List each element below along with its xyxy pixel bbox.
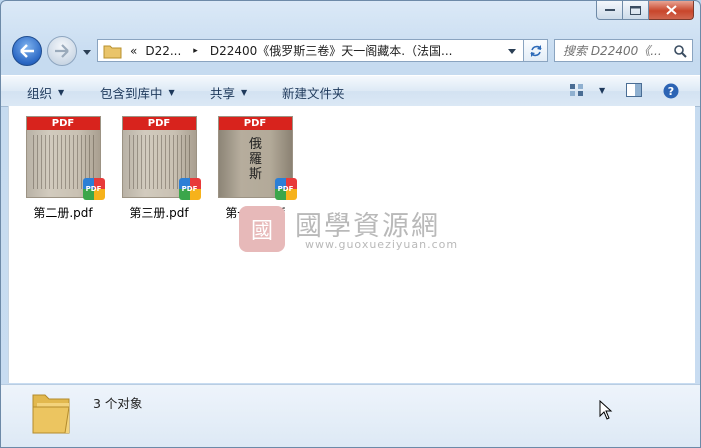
refresh-icon bbox=[529, 44, 542, 57]
include-library-menu[interactable]: 包含到库中 ▼ bbox=[100, 83, 175, 102]
forward-button[interactable] bbox=[47, 36, 77, 66]
pdf-band: PDF bbox=[218, 117, 292, 130]
pdf-badge-icon: PDF bbox=[178, 178, 201, 200]
minimize-icon bbox=[604, 9, 615, 11]
chevron-down-icon: ▼ bbox=[168, 88, 175, 97]
preview-pane-button[interactable] bbox=[626, 83, 642, 97]
chevron-down-icon: ▼ bbox=[599, 85, 606, 95]
file-item[interactable]: PDF PDF 第三册.pdf bbox=[114, 116, 204, 221]
help-icon: ? bbox=[663, 83, 679, 99]
file-name: 第三册.pdf bbox=[129, 206, 189, 220]
history-dropdown-icon[interactable] bbox=[81, 46, 93, 58]
caption-buttons bbox=[596, 1, 694, 20]
details-pane: 3 个对象 bbox=[1, 384, 700, 447]
help-button[interactable]: ? bbox=[663, 83, 679, 99]
pdf-thumbnail: PDF PDF bbox=[25, 116, 105, 200]
pdf-thumbnail: PDF PDF bbox=[121, 116, 201, 200]
watermark: 國 國學資源網 www.guoxueziyuan.com bbox=[239, 206, 499, 256]
close-button[interactable] bbox=[649, 1, 694, 20]
pdf-badge-icon: PDF bbox=[82, 178, 105, 200]
watermark-url: www.guoxueziyuan.com bbox=[305, 238, 459, 251]
chevron-down-icon[interactable] bbox=[507, 47, 517, 55]
pdf-band: PDF bbox=[122, 117, 196, 130]
folder-icon bbox=[103, 45, 122, 58]
address-bar[interactable]: « D22... ▸ D22400《俄罗斯三卷》天一阁藏本.（法国... bbox=[97, 39, 524, 62]
watermark-seal: 國 bbox=[239, 206, 285, 252]
include-library-label: 包含到库中 bbox=[100, 86, 163, 101]
preview-pane-icon bbox=[626, 83, 642, 97]
forward-arrow-icon bbox=[55, 44, 69, 58]
folder-large-icon bbox=[32, 394, 70, 434]
breadcrumb-item-current[interactable]: D22400《俄罗斯三卷》天一阁藏本.（法国... bbox=[210, 42, 453, 59]
back-arrow-icon bbox=[20, 44, 34, 58]
maximize-icon bbox=[630, 5, 641, 15]
command-bar: 组织 ▼ 包含到库中 ▼ 共享 ▼ 新建文件夹 ▼ ? bbox=[1, 75, 700, 107]
mouse-cursor-icon bbox=[599, 400, 613, 420]
breadcrumb-overflow[interactable]: « bbox=[130, 44, 137, 58]
search-input[interactable]: 搜索 D22400《... bbox=[563, 42, 673, 59]
view-grid-icon bbox=[570, 84, 583, 96]
file-item[interactable]: PDF PDF 第二册.pdf bbox=[18, 116, 108, 221]
chevron-down-icon: ▼ bbox=[241, 88, 248, 97]
pdf-thumbnail: PDF 俄羅斯 PDF bbox=[217, 116, 297, 200]
file-name: 第二册.pdf bbox=[33, 206, 93, 220]
refresh-button[interactable] bbox=[524, 39, 548, 62]
chevron-down-icon: ▼ bbox=[58, 88, 65, 97]
pdf-band: PDF bbox=[26, 117, 100, 130]
organize-label: 组织 bbox=[27, 86, 53, 101]
share-menu[interactable]: 共享 ▼ bbox=[210, 83, 247, 102]
search-box[interactable]: 搜索 D22400《... bbox=[554, 39, 693, 62]
breadcrumb-separator[interactable]: ▸ bbox=[193, 46, 198, 56]
view-options-button[interactable]: ▼ bbox=[569, 83, 605, 97]
navigation-bar: « D22... ▸ D22400《俄罗斯三卷》天一阁藏本.（法国... 搜索 … bbox=[1, 31, 700, 71]
organize-menu[interactable]: 组织 ▼ bbox=[27, 83, 64, 102]
breadcrumb-item-parent[interactable]: D22... bbox=[145, 44, 181, 58]
cover-title: 俄羅斯 bbox=[248, 137, 262, 182]
item-count: 3 个对象 bbox=[93, 396, 143, 411]
new-folder-button[interactable]: 新建文件夹 bbox=[282, 83, 345, 102]
svg-text:?: ? bbox=[668, 85, 674, 98]
share-label: 共享 bbox=[210, 86, 236, 101]
maximize-button[interactable] bbox=[623, 1, 649, 20]
minimize-button[interactable] bbox=[596, 1, 623, 20]
new-folder-label: 新建文件夹 bbox=[282, 86, 345, 101]
close-icon bbox=[665, 5, 677, 15]
search-icon[interactable] bbox=[673, 44, 687, 58]
back-button[interactable] bbox=[12, 36, 42, 66]
explorer-window: « D22... ▸ D22400《俄罗斯三卷》天一阁藏本.（法国... 搜索 … bbox=[0, 0, 701, 448]
file-list-area[interactable]: PDF PDF 第二册.pdf PDF PDF 第三册.pdf PDF 俄羅斯 … bbox=[8, 106, 695, 383]
pdf-badge-icon: PDF bbox=[274, 178, 297, 200]
